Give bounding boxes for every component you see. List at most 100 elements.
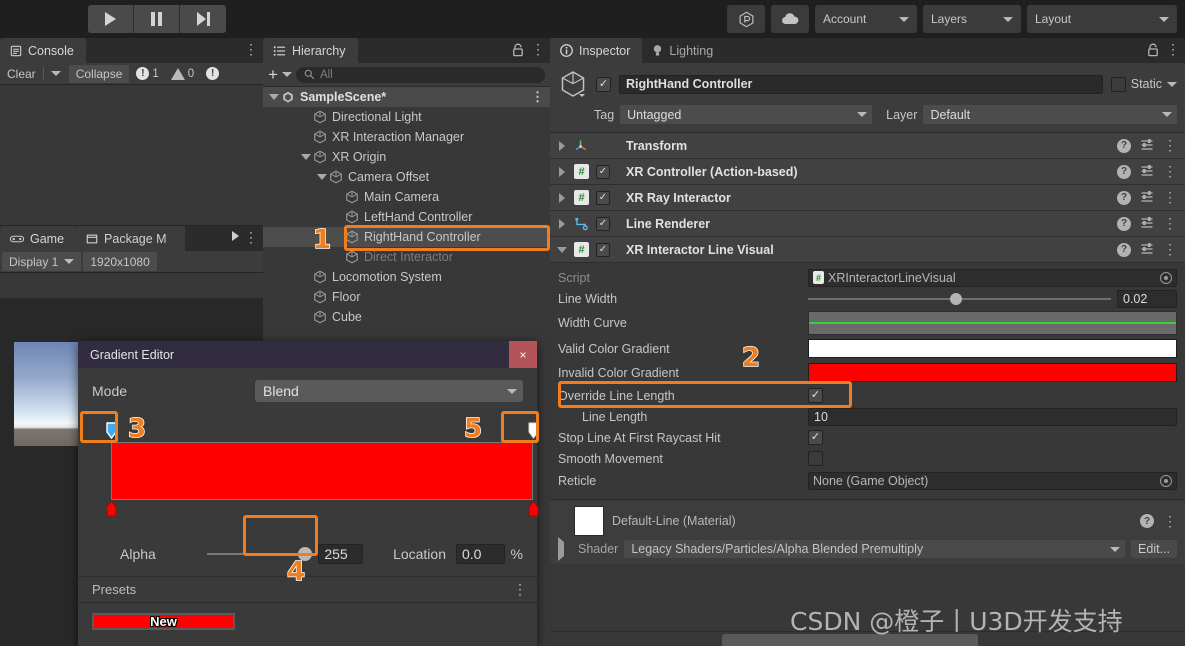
scene-menu-icon[interactable]: ⋮ <box>531 89 544 105</box>
stop-line-checkbox[interactable]: ✓ <box>808 430 823 445</box>
inspector-menu-icon[interactable]: ⋮ <box>1166 42 1180 56</box>
help-icon[interactable]: ? <box>1117 216 1131 231</box>
line-length-input[interactable]: 10 <box>808 407 1177 426</box>
component-enabled-checkbox[interactable]: ✓ <box>596 164 610 179</box>
preset-swatch-new[interactable]: New <box>92 613 235 630</box>
component-menu-icon[interactable]: ⋮ <box>1163 215 1177 232</box>
smooth-movement-checkbox[interactable] <box>808 451 823 466</box>
tab-overflow-icon[interactable] <box>232 231 239 241</box>
hierarchy-menu-icon[interactable]: ⋮ <box>531 42 545 56</box>
component-header-xr-controller-action-based[interactable]: # ✓ XR Controller (Action-based)? ⋮ <box>550 159 1185 185</box>
preset-icon[interactable] <box>1140 189 1154 206</box>
add-object-button[interactable]: + <box>268 66 278 83</box>
hierarchy-item-directional-light[interactable]: Directional Light <box>263 107 550 127</box>
alpha-key-left[interactable] <box>106 422 117 440</box>
component-menu-icon[interactable]: ⋮ <box>1163 163 1177 180</box>
component-enabled-checkbox[interactable]: ✓ <box>596 242 610 257</box>
hierarchy-item-xr-origin[interactable]: XR Origin <box>263 147 550 167</box>
edit-shader-button[interactable]: Edit... <box>1131 540 1177 558</box>
material-menu-icon[interactable]: ⋮ <box>1163 513 1177 530</box>
static-checkbox[interactable] <box>1110 76 1126 92</box>
width-curve-field[interactable] <box>808 311 1177 335</box>
help-icon[interactable]: ? <box>1117 164 1131 179</box>
account-dropdown[interactable]: Account <box>815 5 917 33</box>
valid-color-gradient-field[interactable] <box>808 339 1177 358</box>
location-input[interactable]: 0.0 <box>456 544 505 564</box>
tab-hierarchy[interactable]: Hierarchy <box>263 38 358 63</box>
hierarchy-item-locomotion-system[interactable]: Locomotion System <box>263 267 550 287</box>
reticle-object-field[interactable]: None (Game Object) <box>808 472 1177 490</box>
shader-dropdown[interactable]: Legacy Shaders/Particles/Alpha Blended P… <box>624 540 1126 558</box>
component-menu-icon[interactable]: ⋮ <box>1163 241 1177 258</box>
hierarchy-item-cube[interactable]: Cube <box>263 307 550 327</box>
error-count-badge[interactable]: ! 1 <box>130 67 164 80</box>
object-picker-icon[interactable] <box>1160 271 1172 284</box>
close-icon[interactable]: × <box>509 341 537 368</box>
component-header-xr-ray-interactor[interactable]: # ✓ XR Ray Interactor? ⋮ <box>550 185 1185 211</box>
gameobject-enabled-checkbox[interactable]: ✓ <box>596 76 611 92</box>
presets-menu-icon[interactable]: ⋮ <box>513 581 527 598</box>
chevron-down-icon[interactable] <box>556 246 568 253</box>
hierarchy-item-samplescene[interactable]: SampleScene* ⋮ <box>263 87 550 107</box>
component-enabled-checkbox[interactable]: ✓ <box>596 190 610 205</box>
lock-icon[interactable] <box>512 43 524 60</box>
tab-game[interactable]: Game <box>0 226 77 251</box>
color-key-right[interactable] <box>528 500 539 517</box>
alpha-key-right[interactable] <box>528 422 539 439</box>
chevron-right-icon[interactable] <box>556 166 568 177</box>
gradient-editor-titlebar[interactable]: Gradient Editor × <box>78 341 537 368</box>
display-dropdown[interactable]: Display 1 <box>2 252 82 271</box>
tab-inspector[interactable]: Inspector <box>550 38 643 63</box>
help-icon[interactable]: ? <box>1117 138 1131 153</box>
slider-knob[interactable] <box>950 292 963 305</box>
hierarchy-item-camera-offset[interactable]: Camera Offset <box>263 167 550 187</box>
cloud-button[interactable] <box>771 5 809 33</box>
lock-icon[interactable] <box>1147 43 1159 60</box>
foldout-expanded-icon[interactable] <box>267 94 281 100</box>
component-header-line-renderer[interactable]: ✓ Line Renderer? ⋮ <box>550 211 1185 237</box>
help-icon[interactable]: ? <box>1117 242 1131 257</box>
component-header-xr-interactor-line-visual[interactable]: # ✓ XR Interactor Line Visual? ⋮ <box>550 237 1185 263</box>
hierarchy-item-righthand-controller[interactable]: RightHand Controller <box>263 227 550 247</box>
collab-button[interactable] <box>727 5 765 33</box>
search-input[interactable]: All <box>295 66 545 83</box>
component-enabled-checkbox[interactable]: ✓ <box>596 216 610 231</box>
info-count-badge[interactable]: ! <box>200 67 225 80</box>
tab-lighting[interactable]: Lighting <box>642 38 725 63</box>
tab-console[interactable]: Console <box>0 38 86 63</box>
play-button[interactable] <box>88 5 134 33</box>
alpha-input[interactable]: 255 <box>318 544 364 564</box>
hierarchy-item-main-camera[interactable]: Main Camera <box>263 187 550 207</box>
console-menu-icon[interactable]: ⋮ <box>244 42 258 56</box>
object-picker-icon[interactable] <box>1160 475 1172 487</box>
hierarchy-item-direct-interactor[interactable]: Direct Interactor <box>263 247 550 267</box>
layers-dropdown[interactable]: Layers <box>923 5 1021 33</box>
clear-dropdown[interactable] <box>44 65 68 83</box>
collapse-button[interactable]: Collapse <box>68 64 130 83</box>
hierarchy-item-lefthand-controller[interactable]: LeftHand Controller <box>263 207 550 227</box>
hierarchy-item-xr-interaction-manager[interactable]: XR Interaction Manager <box>263 127 550 147</box>
tab-package-manager[interactable]: Package M <box>76 226 185 251</box>
tag-dropdown[interactable]: Untagged <box>620 105 873 124</box>
add-component-button[interactable] <box>722 634 978 646</box>
preset-icon[interactable] <box>1140 241 1154 258</box>
gradient-preview-strip[interactable] <box>111 442 533 500</box>
script-object-field[interactable]: # XRInteractorLineVisual <box>808 268 1177 287</box>
clear-button[interactable]: Clear <box>0 65 43 83</box>
component-menu-icon[interactable]: ⋮ <box>1163 137 1177 154</box>
foldout-expanded-icon[interactable] <box>299 154 313 160</box>
layout-dropdown[interactable]: Layout <box>1027 5 1177 33</box>
chevron-right-icon[interactable] <box>556 140 568 151</box>
layer-dropdown[interactable]: Default <box>923 105 1177 124</box>
material-foldout[interactable] <box>558 537 572 561</box>
pause-button[interactable] <box>134 5 180 33</box>
mode-dropdown[interactable]: Blend <box>255 380 523 402</box>
warning-count-badge[interactable]: 0 <box>165 67 200 80</box>
line-width-input[interactable]: 0.02 <box>1117 289 1177 308</box>
color-key-left[interactable] <box>106 500 117 517</box>
chevron-down-icon[interactable] <box>1167 81 1177 87</box>
step-button[interactable] <box>180 5 226 33</box>
line-width-slider[interactable] <box>808 290 1111 308</box>
foldout-expanded-icon[interactable] <box>315 174 329 180</box>
invalid-color-gradient-field[interactable] <box>808 363 1177 382</box>
